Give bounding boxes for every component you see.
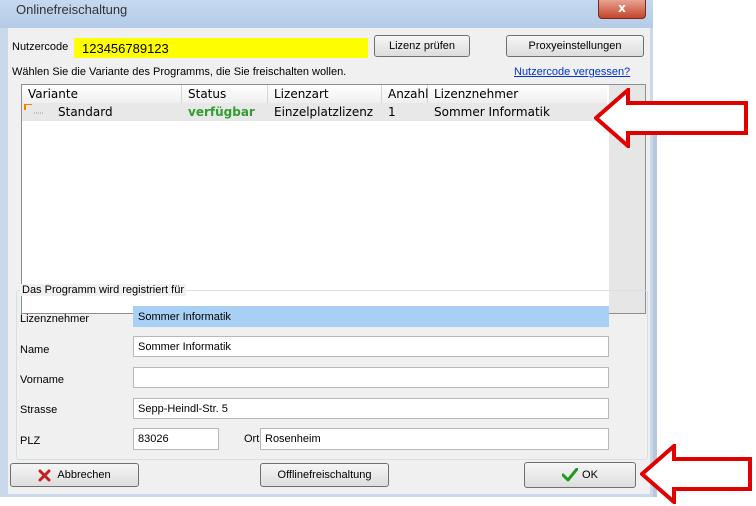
plz-label: PLZ (20, 435, 41, 447)
close-icon: x (618, 1, 626, 15)
title-bar[interactable]: Onlinefreischaltung x (0, 0, 653, 28)
tree-branch-icon (24, 104, 44, 114)
nutzercode-label: Nutzercode (12, 41, 69, 53)
col-header-status[interactable]: Status (182, 85, 268, 103)
vorname-label: Vorname (20, 374, 65, 386)
name-label: Name (20, 344, 50, 356)
variant-list[interactable]: Variante Status Lizenzart Anzahl Lizenzn… (21, 84, 646, 314)
nutzercode-input[interactable]: 123456789123 (74, 38, 368, 58)
ort-value: Rosenheim (265, 433, 321, 445)
lizenznehmer-field[interactable]: Sommer Informatik (133, 306, 609, 327)
strasse-value: Sepp-Heindl-Str. 5 (138, 403, 228, 415)
list-header: Variante Status Lizenzart Anzahl Lizenzn… (22, 85, 607, 104)
annotation-arrow-bottom (640, 444, 752, 504)
close-button[interactable]: x (598, 0, 646, 19)
name-value: Sommer Informatik (138, 341, 231, 353)
lizenz-pruefen-button[interactable]: Lizenz prüfen (374, 35, 470, 57)
col-header-lizenznehmer[interactable]: Lizenznehmer (428, 85, 607, 103)
nutzercode-vergessen-link[interactable]: Nutzercode vergessen? (514, 66, 630, 78)
name-field[interactable]: Sommer Informatik (133, 336, 609, 357)
proxyeinstellungen-button[interactable]: Proxyeinstellungen (506, 35, 644, 57)
checkmark-icon (562, 468, 579, 482)
annotation-arrow-top (594, 88, 748, 148)
offlinefreischaltung-label: Offlinefreischaltung (277, 469, 372, 481)
ort-label: Ort (244, 433, 260, 445)
vorname-field[interactable] (133, 367, 609, 388)
proxyeinstellungen-label: Proxyeinstellungen (528, 40, 622, 52)
strasse-label: Strasse (20, 404, 58, 416)
window-title: Onlinefreischaltung (16, 2, 128, 17)
table-row[interactable]: Standard verfügbar Einzelplatzlizenz 1 S… (22, 103, 607, 121)
lizenznehmer-label: Lizenznehmer (20, 313, 90, 325)
lizenznehmer-value: Sommer Informatik (138, 311, 231, 323)
abbrechen-button[interactable]: Abbrechen (10, 463, 139, 487)
dialog-client: Nutzercode 123456789123 Lizenz prüfen Pr… (8, 28, 650, 494)
offlinefreischaltung-button[interactable]: Offlinefreischaltung (260, 463, 389, 487)
cancel-x-icon (38, 469, 51, 481)
col-header-variante[interactable]: Variante (22, 85, 182, 103)
col-header-anzahl[interactable]: Anzahl (382, 85, 428, 103)
registration-group-label: Das Programm wird registriert für (20, 284, 186, 296)
strasse-field[interactable]: Sepp-Heindl-Str. 5 (133, 398, 609, 419)
ok-button[interactable]: OK (524, 462, 636, 488)
instruction-text: Wählen Sie die Variante des Programms, d… (12, 66, 347, 78)
col-header-lizenzart[interactable]: Lizenzart (268, 85, 382, 103)
window-edge (653, 122, 657, 497)
cell-variante: Standard (58, 105, 113, 119)
plz-value: 83026 (138, 433, 169, 445)
ok-label: OK (582, 469, 598, 481)
ort-field[interactable]: Rosenheim (260, 428, 609, 450)
nutzercode-value: 123456789123 (82, 41, 169, 56)
plz-field[interactable]: 83026 (133, 428, 219, 450)
lizenz-pruefen-label: Lizenz prüfen (388, 40, 456, 52)
cell-lizenznehmer: Sommer Informatik (434, 105, 550, 119)
cell-status: verfügbar (188, 105, 255, 119)
cell-lizenzart: Einzelplatzlizenz (274, 105, 374, 119)
cell-anzahl: 1 (388, 105, 396, 119)
abbrechen-label: Abbrechen (57, 469, 111, 481)
dialog-window: Onlinefreischaltung x Nutzercode 1234567… (0, 0, 653, 497)
